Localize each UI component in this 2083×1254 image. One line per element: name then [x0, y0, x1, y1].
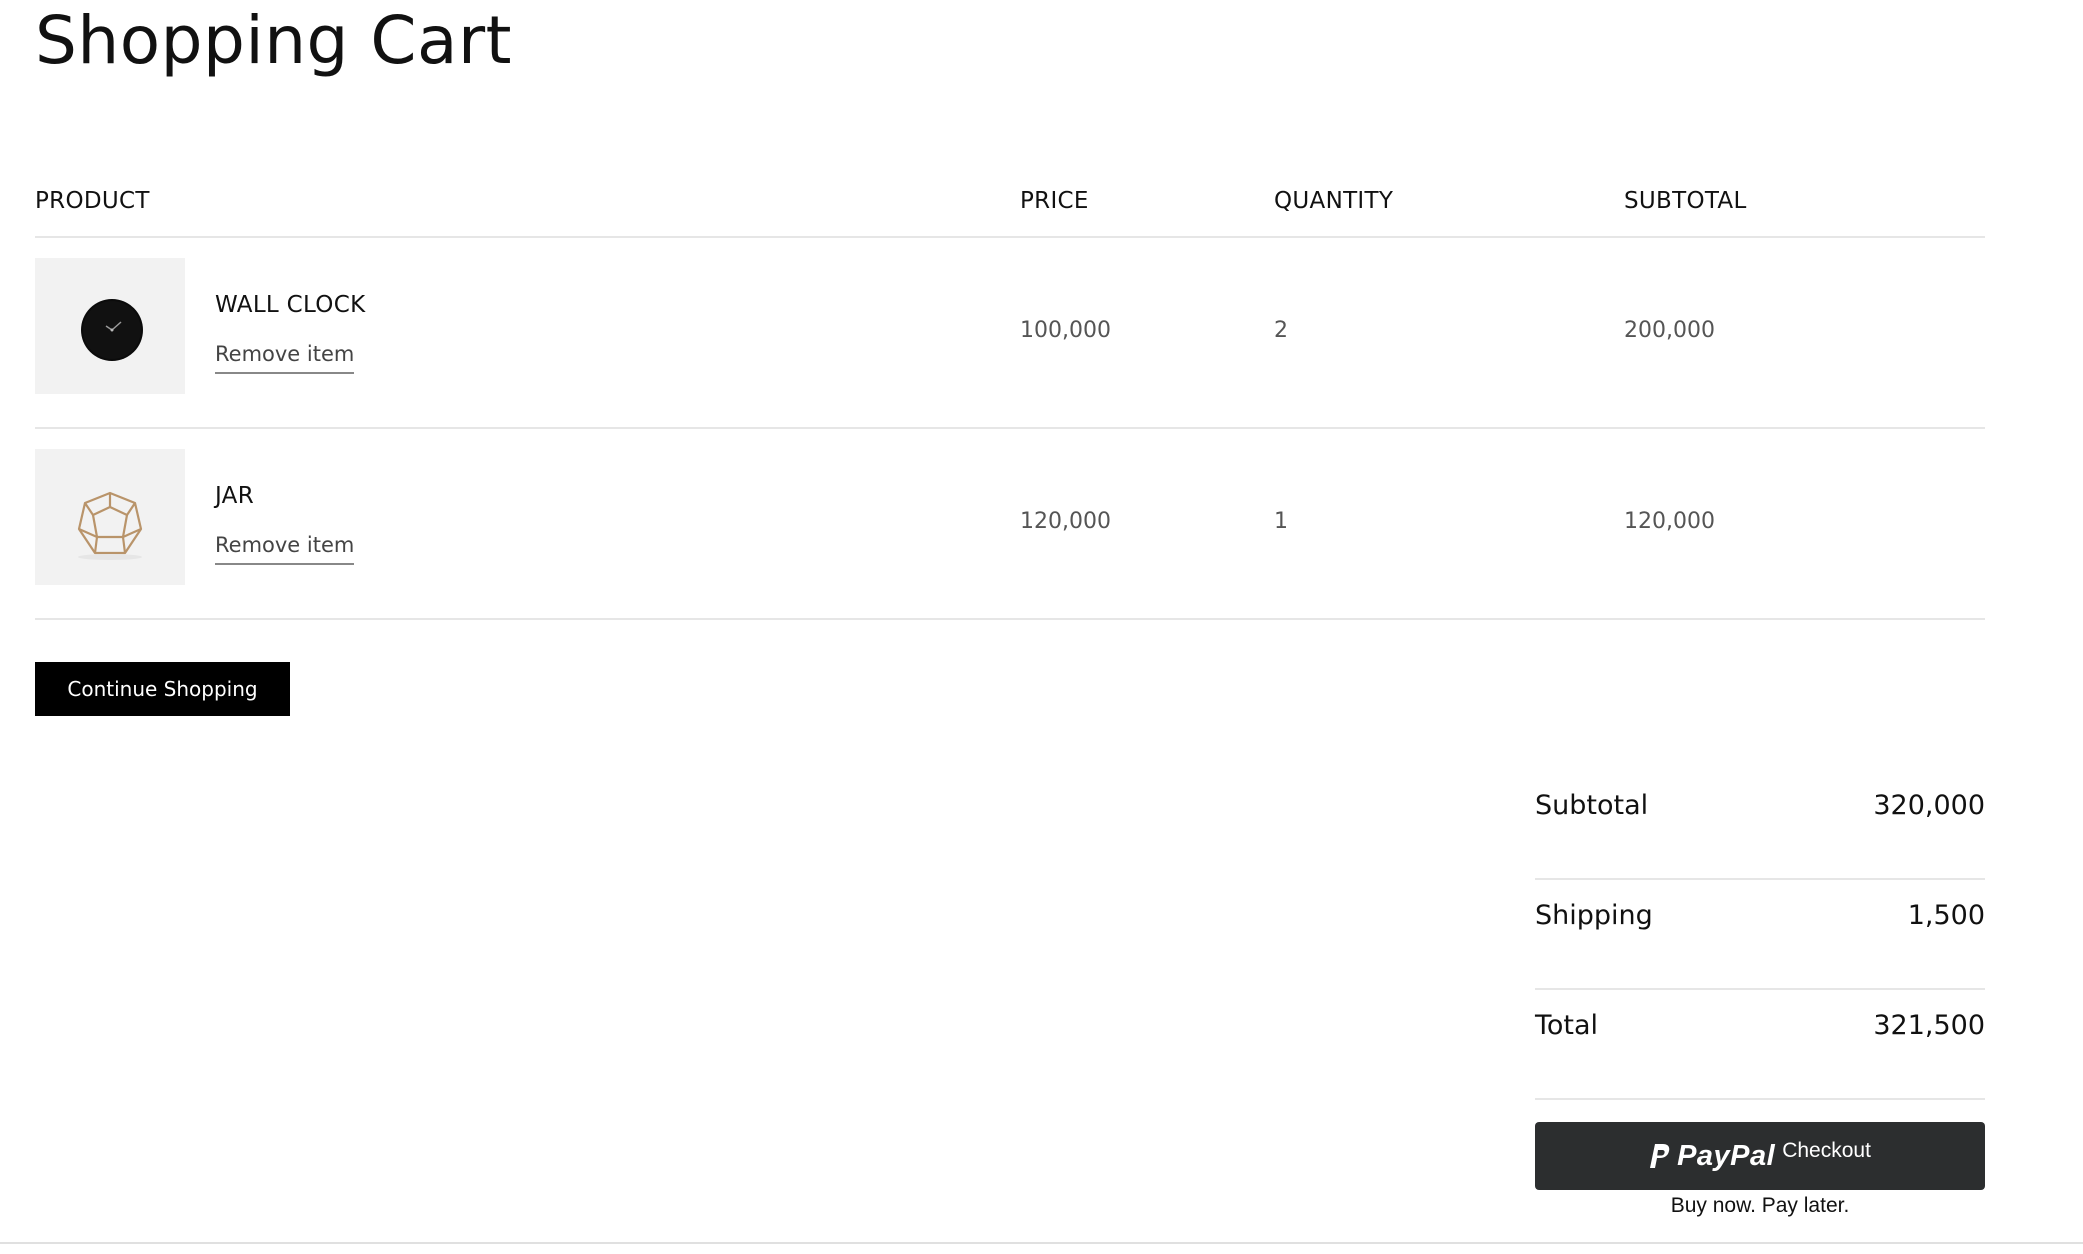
- cart-table: PRODUCT PRICE QUANTITY SUBTOTAL WALL CLO…: [35, 170, 1985, 620]
- item-quantity: 1: [1274, 509, 1288, 534]
- summary-total-row: Total 321,500: [1535, 990, 1985, 1100]
- header-price: PRICE: [1020, 188, 1089, 214]
- item-quantity: 2: [1274, 318, 1288, 343]
- summary-subtotal-row: Subtotal 320,000: [1535, 770, 1985, 880]
- geometric-jar-icon: [77, 491, 143, 560]
- product-name[interactable]: JAR: [215, 483, 254, 509]
- header-quantity: QUANTITY: [1274, 188, 1394, 214]
- header-subtotal: SUBTOTAL: [1624, 188, 1747, 214]
- item-subtotal: 120,000: [1624, 509, 1715, 534]
- item-price: 120,000: [1020, 509, 1111, 534]
- summary-total-value: 321,500: [1873, 1010, 1985, 1041]
- header-product: PRODUCT: [35, 188, 150, 214]
- product-name[interactable]: WALL CLOCK: [215, 292, 365, 318]
- paypal-checkout-label: Checkout: [1782, 1139, 1871, 1162]
- order-summary: Subtotal 320,000 Shipping 1,500 Total 32…: [1535, 770, 1985, 1100]
- paypal-logo-icon: [1650, 1144, 1670, 1168]
- item-subtotal: 200,000: [1624, 318, 1715, 343]
- summary-total-label: Total: [1535, 1010, 1599, 1041]
- cart-row: JAR Remove item 120,000 1 120,000: [35, 429, 1985, 620]
- summary-subtotal-label: Subtotal: [1535, 790, 1649, 821]
- paypal-tagline: Buy now. Pay later.: [1670, 1194, 1850, 1217]
- paypal-checkout-button[interactable]: PayPal Checkout: [1535, 1122, 1985, 1190]
- summary-subtotal-value: 320,000: [1873, 790, 1985, 821]
- cart-table-header: PRODUCT PRICE QUANTITY SUBTOTAL: [35, 170, 1985, 238]
- product-thumbnail[interactable]: [35, 258, 185, 394]
- cart-row: WALL CLOCK Remove item 100,000 2 200,000: [35, 238, 1985, 429]
- summary-shipping-label: Shipping: [1535, 900, 1653, 931]
- page-divider: [0, 1242, 2083, 1244]
- product-thumbnail[interactable]: [35, 449, 185, 585]
- summary-shipping-row: Shipping 1,500: [1535, 880, 1985, 990]
- remove-item-link[interactable]: Remove item: [215, 342, 355, 374]
- wall-clock-icon: [81, 299, 143, 361]
- page-title: Shopping Cart: [35, 2, 512, 79]
- paypal-brand-text: PayPal: [1677, 1139, 1776, 1172]
- shopping-cart-page: Shopping Cart PRODUCT PRICE QUANTITY SUB…: [0, 0, 2083, 1254]
- continue-shopping-button[interactable]: Continue Shopping: [35, 662, 290, 716]
- remove-item-link[interactable]: Remove item: [215, 533, 355, 565]
- summary-shipping-value: 1,500: [1907, 900, 1985, 931]
- item-price: 100,000: [1020, 318, 1111, 343]
